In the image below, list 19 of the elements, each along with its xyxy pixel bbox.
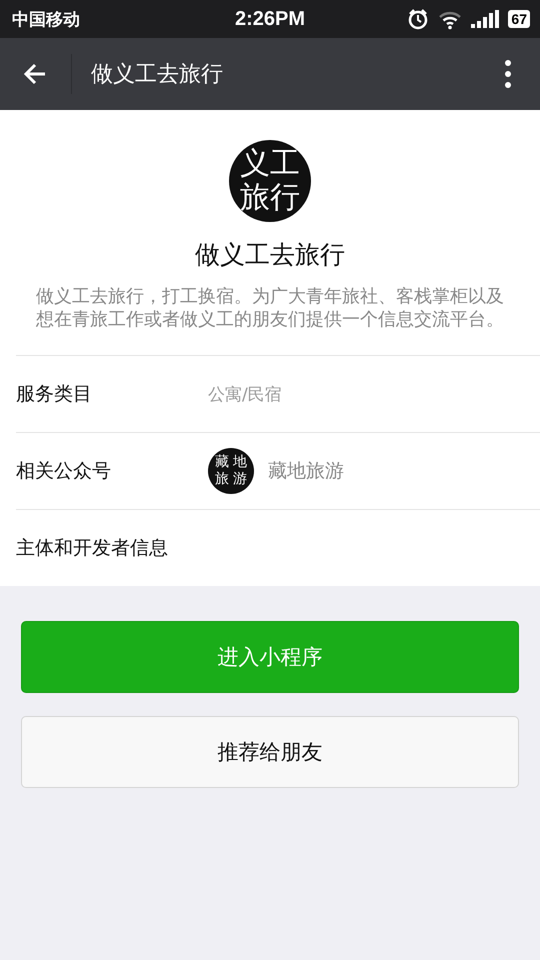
clock-time: 2:26PM	[234, 8, 306, 30]
more-button[interactable]	[504, 59, 512, 89]
app-description: 做义工去旅行，打工换宿。为广大青年旅社、客栈掌柜以及想在青旅工作或者做义工的朋友们提供一个信息交流平台。	[35, 285, 505, 331]
more-icon	[504, 59, 512, 89]
alarm-icon	[407, 8, 430, 30]
info-row[interactable]: 主体和开发者信息	[16, 510, 540, 586]
app-logo: 义工 旅行	[229, 140, 311, 222]
page-title: 做义工去旅行	[91, 61, 223, 89]
app-name: 做义工去旅行	[195, 239, 345, 271]
row-label: 服务类目	[16, 382, 93, 407]
share-button[interactable]: 推荐给朋友	[21, 716, 519, 788]
row-value: 公寓/民宿	[208, 384, 282, 406]
signal-icon	[471, 10, 500, 28]
account-logo: 藏 地 旅 游	[208, 448, 254, 494]
battery-level: 67	[508, 10, 530, 28]
carrier-name: 中国移动	[12, 8, 80, 30]
account-name[interactable]: 藏地旅游	[268, 458, 344, 484]
back-arrow-icon	[23, 62, 48, 86]
account-row[interactable]: 相关公众号 藏 地 旅 游 藏地旅游	[16, 433, 540, 510]
